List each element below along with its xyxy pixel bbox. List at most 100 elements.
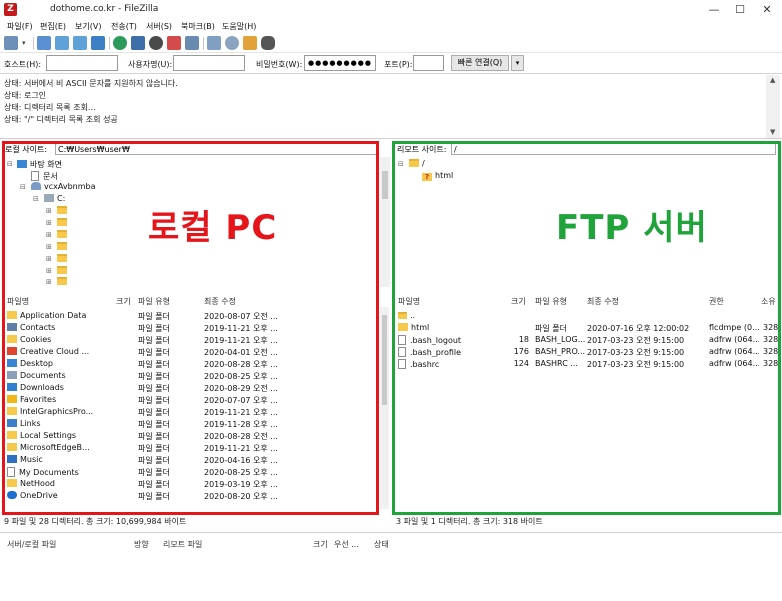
tree-expander-icon[interactable]: ⊞	[46, 243, 52, 251]
column-type[interactable]: 파일 유형	[138, 296, 170, 307]
list-item[interactable]: Desktop 파일 폴더 2020-08-28 오후 ...	[4, 358, 376, 370]
queue-column-status[interactable]: 상태	[374, 539, 389, 550]
column-size[interactable]: 크기	[116, 296, 131, 307]
reconnect-icon[interactable]	[185, 36, 199, 50]
sync-browse-icon[interactable]	[243, 36, 257, 50]
list-item[interactable]: Favorites 파일 폴더 2020-07-07 오후 ...	[4, 394, 376, 406]
list-item[interactable]: My Documents 파일 폴더 2020-08-25 오후 ...	[4, 466, 376, 478]
list-item[interactable]: Documents 파일 폴더 2020-08-25 오후 ...	[4, 370, 376, 382]
tree-node-drive-c[interactable]: C:	[44, 194, 65, 203]
column-modified[interactable]: 최종 수정	[587, 296, 619, 307]
column-filename[interactable]: 파일명	[398, 296, 420, 307]
tree-expander-icon[interactable]: ⊞	[46, 278, 52, 286]
site-manager-icon[interactable]	[4, 36, 18, 50]
menu-view[interactable]: 보기(V)	[75, 21, 101, 32]
column-type[interactable]: 파일 유형	[535, 296, 567, 307]
tree-node-user[interactable]: vcxAvbnmba	[31, 182, 96, 191]
list-item[interactable]: Creative Cloud ... 파일 폴더 2020-04-01 오전 .…	[4, 346, 376, 358]
list-item[interactable]: html 파일 폴더 2020-07-16 오후 12:00:02 flcdmp…	[395, 322, 779, 334]
log-scrollbar[interactable]: ▲ ▼	[766, 75, 780, 138]
scroll-thumb[interactable]	[382, 171, 388, 199]
scroll-down-icon[interactable]: ▼	[770, 128, 775, 136]
tree-expander-icon[interactable]: ⊟	[7, 160, 13, 168]
menu-bookmarks[interactable]: 북마크(B)	[181, 21, 215, 32]
tree-expander-icon[interactable]: ⊞	[46, 207, 52, 215]
password-input[interactable]: ●●●●●●●●●	[304, 55, 376, 71]
toggle-queue-icon[interactable]	[91, 36, 105, 50]
find-files-icon[interactable]	[261, 36, 275, 50]
tree-folder[interactable]	[57, 266, 70, 275]
list-item[interactable]: Contacts 파일 폴더 2019-11-21 오후 ...	[4, 322, 376, 334]
list-item-parent[interactable]: ..	[395, 310, 779, 322]
process-queue-icon[interactable]	[131, 36, 145, 50]
tree-folder[interactable]	[57, 230, 70, 239]
close-button[interactable]: ✕	[756, 2, 778, 18]
queue-column-priority[interactable]: 우선 ...	[334, 539, 359, 550]
refresh-icon[interactable]	[113, 36, 127, 50]
column-owner[interactable]: 소유	[761, 296, 776, 307]
local-path-input[interactable]: C:₩Users₩user₩	[55, 143, 377, 155]
tree-folder[interactable]	[57, 206, 70, 215]
list-item[interactable]: Local Settings 파일 폴더 2020-08-28 오전 ...	[4, 430, 376, 442]
tree-folder[interactable]	[57, 242, 70, 251]
list-item[interactable]: Downloads 파일 폴더 2020-08-29 오전 ...	[4, 382, 376, 394]
toggle-local-tree-icon[interactable]	[55, 36, 69, 50]
maximize-button[interactable]: ☐	[729, 2, 751, 18]
list-item[interactable]: IntelGraphicsPro... 파일 폴더 2019-11-21 오후 …	[4, 406, 376, 418]
scroll-up-icon[interactable]: ▲	[770, 76, 775, 84]
tree-expander-icon[interactable]: ⊟	[33, 195, 39, 203]
tree-node-root[interactable]: /	[409, 159, 425, 168]
queue-column-direction[interactable]: 방향	[134, 539, 149, 550]
scroll-thumb[interactable]	[382, 315, 387, 405]
host-input[interactable]	[46, 55, 118, 71]
column-modified[interactable]: 최종 수정	[204, 296, 236, 307]
queue-column-remote-file[interactable]: 리모트 파일	[163, 539, 202, 550]
tree-node-html[interactable]: ? html	[422, 171, 453, 181]
column-filename[interactable]: 파일명	[7, 296, 29, 307]
menu-help[interactable]: 도움말(H)	[222, 21, 256, 32]
list-item[interactable]: OneDrive 파일 폴더 2020-08-20 오후 ...	[4, 490, 376, 502]
local-list-scrollbar[interactable]	[380, 307, 389, 509]
list-item[interactable]: Links 파일 폴더 2019-11-28 오후 ...	[4, 418, 376, 430]
quickconnect-button[interactable]: 빠른 연결(Q)	[451, 55, 509, 71]
menu-file[interactable]: 파일(F)	[7, 21, 33, 32]
tree-expander-icon[interactable]: ⊞	[46, 231, 52, 239]
username-input[interactable]	[173, 55, 245, 71]
menu-transfer[interactable]: 전송(T)	[111, 21, 137, 32]
column-permissions[interactable]: 권한	[709, 296, 724, 307]
list-item[interactable]: Music 파일 폴더 2020-04-16 오후 ...	[4, 454, 376, 466]
list-item[interactable]: Application Data 파일 폴더 2020-08-07 오전 ...	[4, 310, 376, 322]
quickconnect-dropdown-icon[interactable]: ▾	[511, 55, 524, 71]
list-item[interactable]: NetHood 파일 폴더 2019-03-19 오후 ...	[4, 478, 376, 490]
queue-column-size[interactable]: 크기	[313, 539, 328, 550]
queue-column-local-file[interactable]: 서버/로컬 파일	[7, 539, 56, 550]
message-log[interactable]: 상태: 서버에서 비 ASCII 문자를 지원하지 않습니다. 상태: 로그인 …	[0, 75, 782, 139]
list-item[interactable]: .bash_logout 18 BASH_LOG... 2017-03-23 오…	[395, 334, 779, 346]
cancel-operation-icon[interactable]	[149, 36, 163, 50]
site-manager-dropdown-icon[interactable]: ▾	[22, 36, 30, 50]
minimize-button[interactable]: —	[703, 2, 725, 18]
tree-expander-icon[interactable]: ⊞	[46, 255, 52, 263]
tree-node-desktop[interactable]: 바탕 화면	[17, 159, 62, 170]
column-size[interactable]: 크기	[511, 296, 526, 307]
port-input[interactable]	[413, 55, 444, 71]
menu-edit[interactable]: 편집(E)	[40, 21, 66, 32]
list-item[interactable]: .bash_profile 176 BASH_PRO... 2017-03-23…	[395, 346, 779, 358]
tree-expander-icon[interactable]: ⊞	[46, 267, 52, 275]
tree-node-documents[interactable]: 문서	[31, 171, 58, 182]
menu-server[interactable]: 서버(S)	[146, 21, 172, 32]
filter-icon[interactable]	[207, 36, 221, 50]
list-item[interactable]: .bashrc 124 BASHRC ... 2017-03-23 오전 9:1…	[395, 358, 779, 370]
list-item[interactable]: MicrosoftEdgeB... 파일 폴더 2019-11-21 오후 ..…	[4, 442, 376, 454]
tree-expander-icon[interactable]: ⊞	[46, 219, 52, 227]
tree-folder[interactable]	[57, 218, 70, 227]
list-item[interactable]: Cookies 파일 폴더 2019-11-21 오후 ...	[4, 334, 376, 346]
search-icon[interactable]	[225, 36, 239, 50]
toggle-remote-tree-icon[interactable]	[73, 36, 87, 50]
remote-path-input[interactable]: /	[451, 143, 776, 155]
disconnect-icon[interactable]	[167, 36, 181, 50]
tree-expander-icon[interactable]: ⊟	[20, 183, 26, 191]
toggle-log-icon[interactable]	[37, 36, 51, 50]
local-tree-scrollbar[interactable]	[380, 157, 390, 287]
tree-folder[interactable]	[57, 277, 70, 286]
